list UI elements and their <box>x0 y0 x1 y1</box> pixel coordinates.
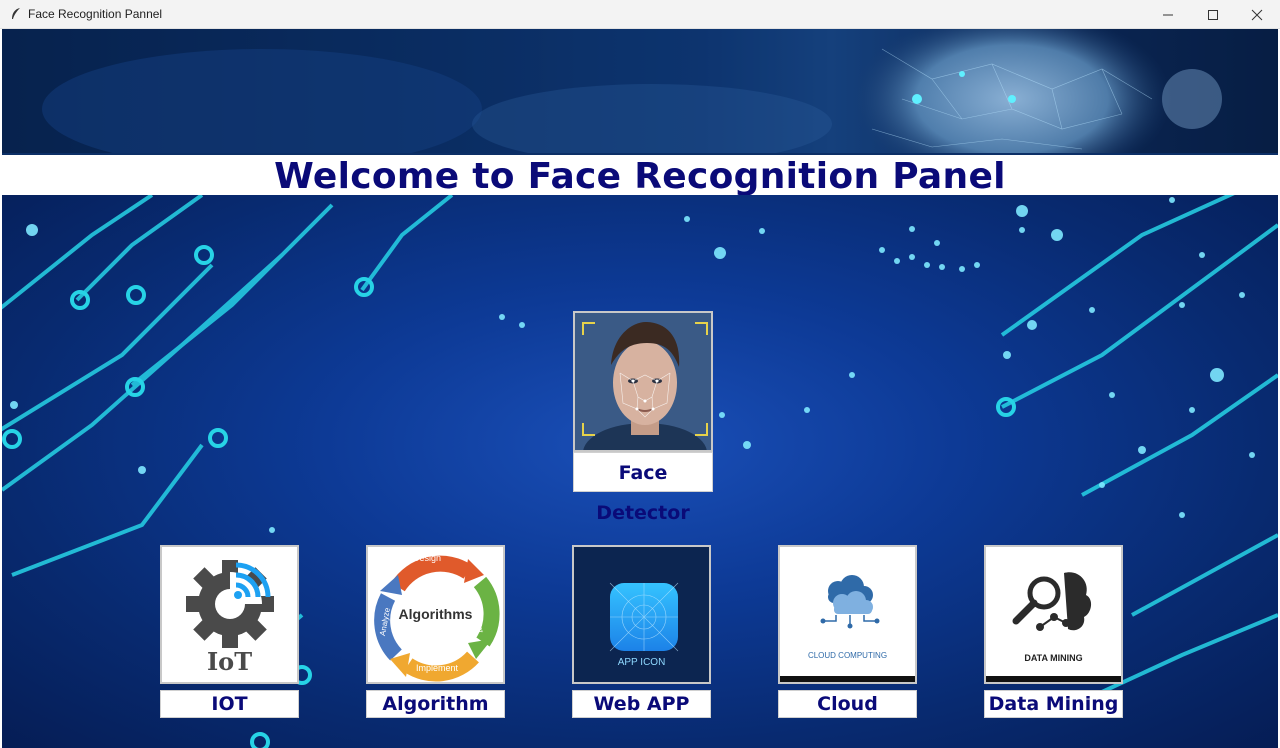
iot-logo-text: IoT <box>206 647 253 676</box>
face-scan-icon <box>575 313 711 450</box>
algorithm-button[interactable]: Algorithms Design Experiment Implement A… <box>366 545 505 684</box>
maximize-button[interactable] <box>1191 0 1235 29</box>
data-mining-icon-text: DATA MINING <box>1024 653 1083 663</box>
cloud-icon-text: CLOUD COMPUTING <box>807 651 888 660</box>
web-app-button[interactable]: APP ICON <box>572 545 711 684</box>
cycle-implement: Implement <box>416 663 459 673</box>
welcome-heading: Welcome to Face Recognition Panel <box>274 156 1006 197</box>
minimize-button[interactable] <box>1146 0 1190 29</box>
window-titlebar: Face Recognition Pannel <box>0 0 1280 29</box>
header-banner <box>2 29 1278 153</box>
app-icon-text: APP ICON <box>617 657 666 668</box>
close-button[interactable] <box>1235 0 1279 29</box>
face-detector-button[interactable] <box>573 311 713 452</box>
algorithm-label[interactable]: Algorithm <box>366 690 505 718</box>
iot-label[interactable]: IOT <box>160 690 299 718</box>
cloud-label[interactable]: Cloud <box>778 690 917 718</box>
face-detector-label[interactable]: Face Detector <box>573 452 713 524</box>
window-title: Face Recognition Pannel <box>28 7 163 21</box>
data-mining-label[interactable]: Data Mining <box>984 690 1123 718</box>
minimize-icon <box>1163 14 1173 15</box>
feather-icon <box>12 8 20 19</box>
maximize-icon <box>1208 9 1218 20</box>
cloud-button[interactable]: CLOUD COMPUTING <box>778 545 917 684</box>
close-icon <box>1251 9 1263 20</box>
cloud-icon <box>780 575 915 682</box>
welcome-strip: Welcome to Face Recognition Panel <box>2 153 1278 197</box>
web-app-label[interactable]: Web APP <box>572 690 711 718</box>
cycle-design: Design <box>413 553 442 563</box>
face-scan-banner-image <box>2 29 1278 153</box>
iot-button[interactable]: IoT <box>160 545 299 684</box>
data-mining-button[interactable]: DATA MINING <box>984 545 1123 684</box>
